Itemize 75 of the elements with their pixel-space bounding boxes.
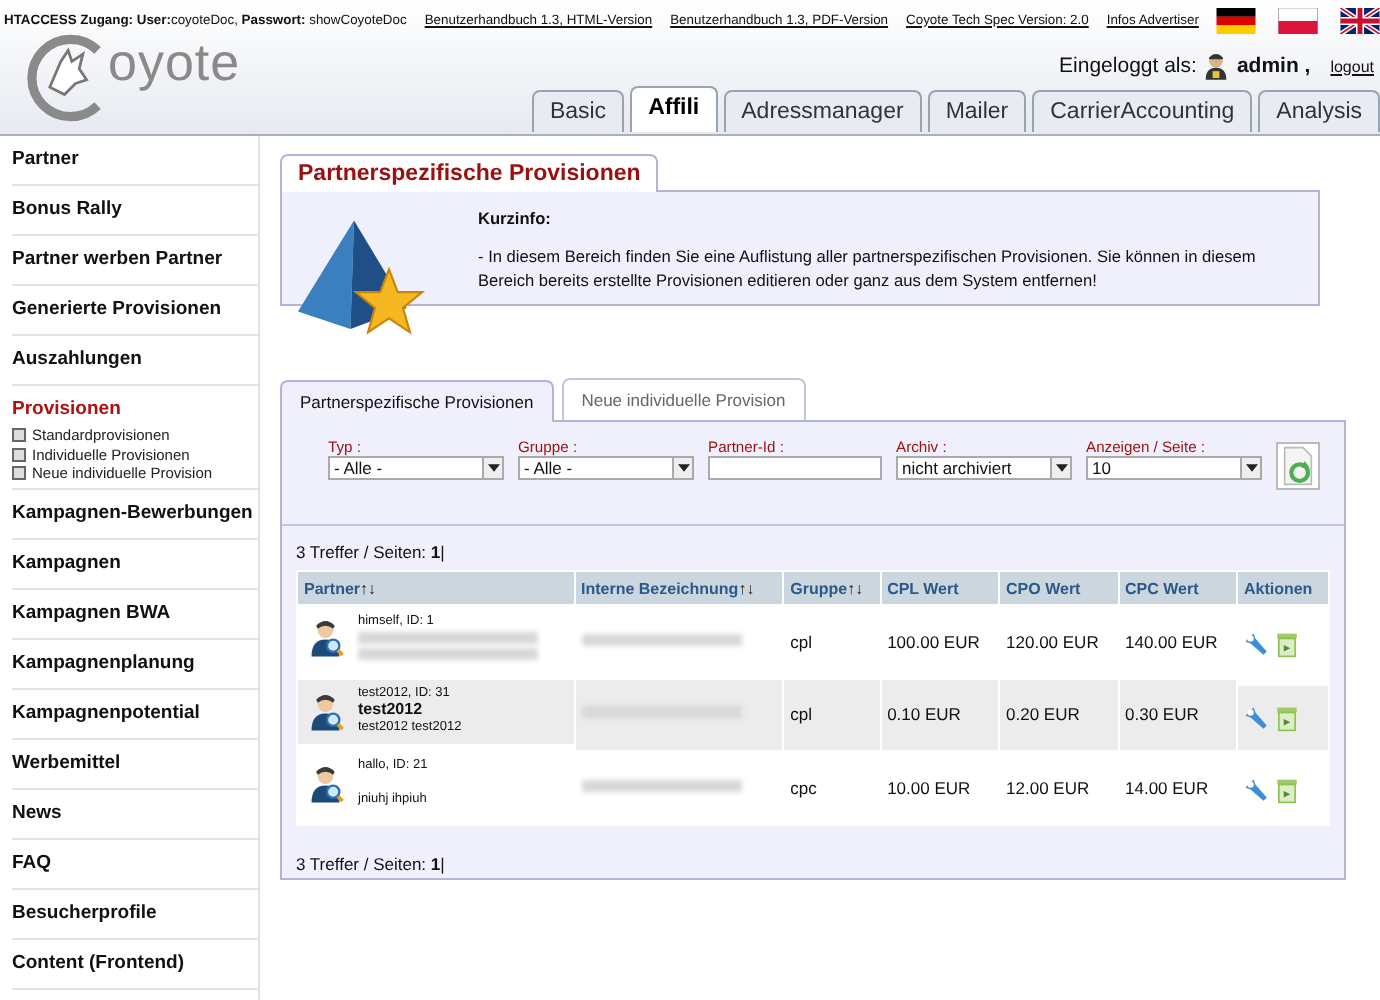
refresh-icon [1280, 446, 1316, 486]
sidebar-item[interactable]: Partner werben Partner [12, 236, 258, 284]
column-header[interactable]: CPC Wert [1119, 572, 1236, 604]
logout-link[interactable]: logout [1330, 57, 1374, 75]
column-header[interactable]: Aktionen [1237, 572, 1328, 604]
sidebar-item[interactable]: Generierte Provisionen [12, 286, 258, 334]
column-header[interactable]: CPL Wert [881, 572, 999, 604]
pagination-text: 3 Treffer / Seiten: 1| [296, 853, 447, 878]
filter-dropdown[interactable]: - Alle - [328, 456, 504, 480]
sidebar-item[interactable]: Bonus Rally [12, 186, 258, 234]
sidebar-item[interactable]: Kampagnen BWA [12, 589, 258, 637]
partner-id-field[interactable] [708, 456, 882, 480]
filter-dropdown[interactable]: 10 [1086, 456, 1262, 480]
sidebar-item[interactable]: Kampagnenpotential [12, 689, 258, 737]
logo-text: oyote [108, 31, 241, 93]
user-search-icon [310, 618, 344, 658]
sidebar-item[interactable]: Kampagnen [12, 539, 258, 587]
content-tab[interactable]: Partnerspezifische Provisionen [280, 380, 554, 422]
pagination-text: 3 Treffer / Seiten: 1| [296, 542, 447, 566]
content-tab[interactable]: Neue individuelle Provision [561, 378, 806, 420]
table-cell: cpl [790, 704, 812, 725]
nav-tab[interactable]: Adressmanager [723, 90, 922, 132]
bin-icon[interactable] [1273, 778, 1300, 804]
wrench-icon[interactable] [1243, 778, 1270, 804]
user-search-icon [310, 691, 344, 731]
table-cell: 10.00 EUR [887, 777, 971, 798]
sidebar-item[interactable]: Kampagnen-Bewerbungen [12, 489, 258, 537]
page-title: Partnerspezifische Provisionen [280, 154, 659, 192]
user-search-icon [310, 764, 344, 804]
table-cell: cpl [790, 631, 812, 652]
nav-tab[interactable]: Affili [630, 86, 718, 132]
table-cell: 140.00 EUR [1125, 631, 1218, 652]
column-header[interactable]: Gruppe↑↓ [784, 572, 880, 604]
sidebar-item[interactable]: Auszahlungen [12, 336, 258, 384]
table-cell: 0.30 EUR [1125, 704, 1199, 725]
flag-icon[interactable] [1216, 7, 1257, 33]
user-name: admin , [1236, 54, 1311, 78]
user-icon [1204, 52, 1229, 80]
table-cell: 0.10 EUR [887, 704, 961, 725]
column-header[interactable]: Partner↑↓ [298, 572, 573, 604]
caret-icon [1055, 464, 1067, 472]
sidebar-item[interactable]: Kampagnenplanung [12, 639, 258, 687]
nav-tab[interactable]: Analysis [1258, 90, 1380, 132]
column-header[interactable]: Interne Bezeichnung↑↓ [575, 572, 783, 604]
caret-icon [677, 464, 689, 472]
partner-name: test2012 [358, 702, 425, 720]
sidebar-item[interactable]: FAQ [12, 839, 258, 887]
refresh-button[interactable] [1276, 442, 1320, 490]
column-header[interactable]: CPO Wert [1000, 572, 1117, 604]
wrench-icon[interactable] [1243, 632, 1270, 658]
info-heading: Kurzinfo: [478, 208, 553, 228]
sidebar-item[interactable]: Content (Frontend) [12, 939, 258, 987]
sidebar-item[interactable]: Partner [12, 136, 258, 184]
table-cell: 12.00 EUR [1006, 777, 1090, 798]
info-text: - In diesem Bereich finden Sie eine Auflistung aller partnerspezifischen Provisionen. Sie können in diesem Bereich bereits erstellte Provisionen editieren oder ganz aus dem System entfernen! [478, 244, 1258, 292]
flag-icon[interactable] [1340, 7, 1380, 33]
wrench-icon[interactable] [1243, 705, 1270, 731]
table-cell: 0.20 EUR [1006, 704, 1080, 725]
sidebar-item[interactable]: Werbemittel [12, 739, 258, 787]
caret-icon [1245, 464, 1257, 472]
caret-icon [487, 464, 499, 472]
table-cell: 120.00 EUR [1006, 631, 1099, 652]
nav-tab[interactable]: CarrierAccounting [1032, 90, 1253, 132]
bin-icon[interactable] [1273, 632, 1300, 658]
table-cell: 14.00 EUR [1125, 777, 1209, 798]
sidebar-item[interactable]: News [12, 789, 258, 837]
table-cell: 100.00 EUR [887, 631, 980, 652]
table-cell: cpc [790, 777, 817, 798]
sidebar-item[interactable]: Besucherprofile [12, 889, 258, 937]
filter-dropdown[interactable]: nicht archiviert [896, 456, 1072, 480]
nav-tab[interactable]: Mailer [927, 90, 1027, 132]
filter-dropdown[interactable]: - Alle - [518, 456, 694, 480]
login-label: Eingeloggt als: [1059, 54, 1197, 78]
bin-icon[interactable] [1273, 705, 1300, 731]
nav-tab[interactable]: Basic [531, 90, 625, 132]
